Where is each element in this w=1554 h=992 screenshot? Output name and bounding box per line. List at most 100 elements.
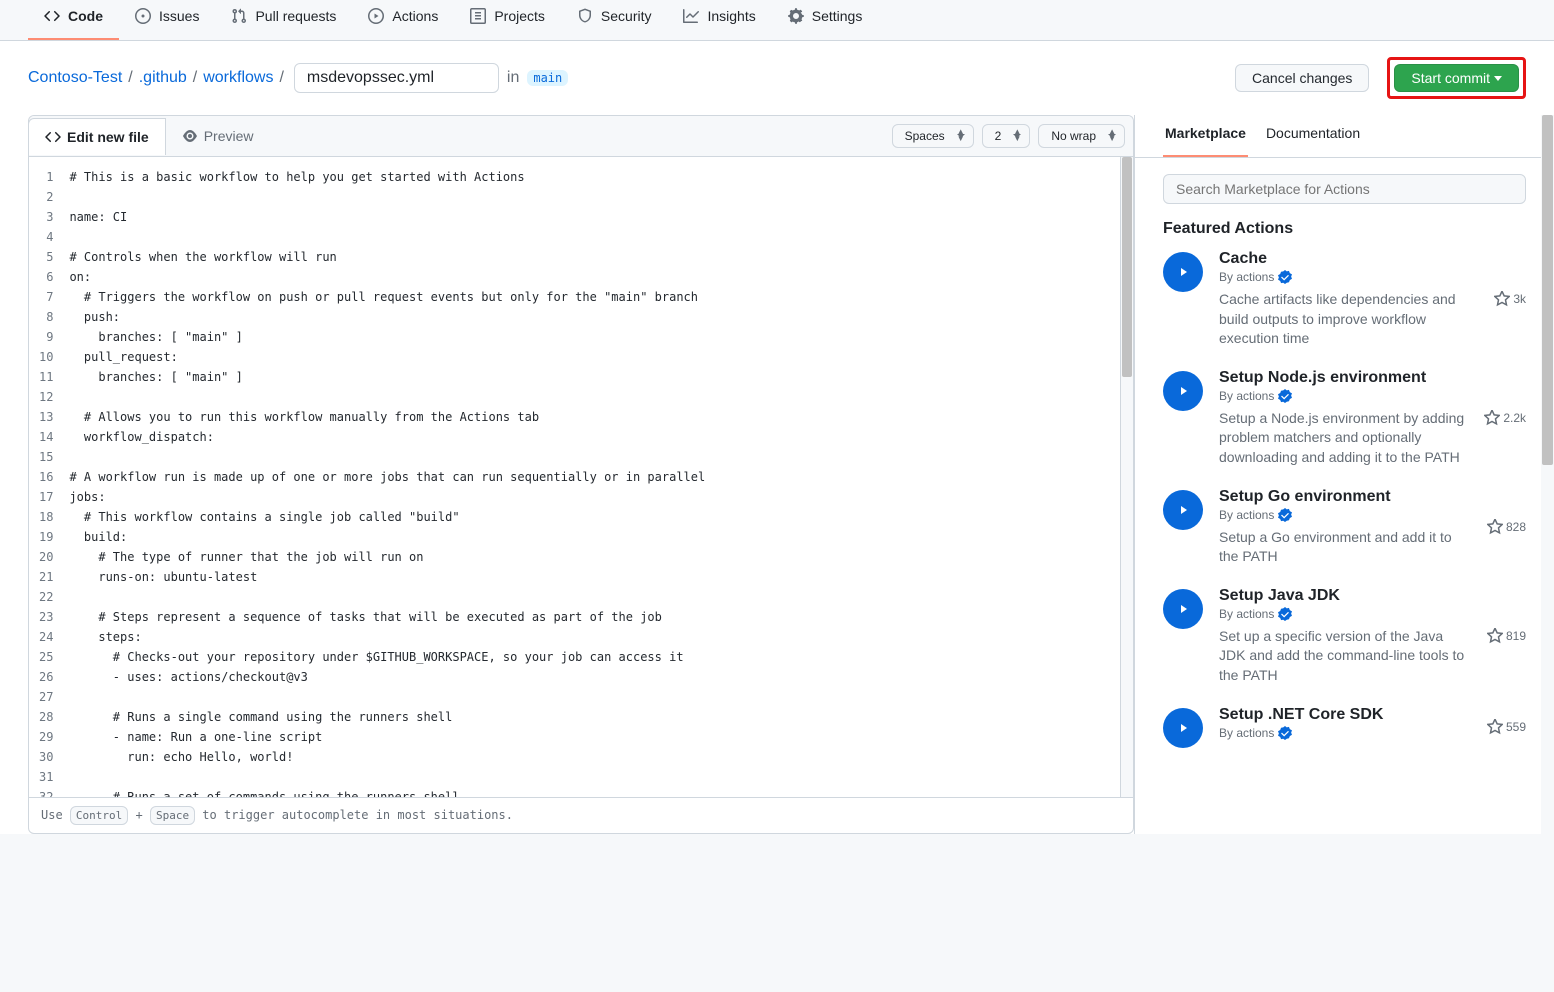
nav-code[interactable]: Code (28, 0, 119, 40)
hint-prefix: Use (41, 808, 70, 822)
action-play-icon (1163, 371, 1203, 411)
pull-request-icon (231, 8, 247, 24)
repo-nav: Code Issues Pull requests Actions Projec… (0, 0, 1554, 41)
code-area[interactable]: 1234567891011121314151617181920212223242… (29, 157, 1133, 797)
side-scrollbar[interactable] (1541, 115, 1554, 834)
code-icon (44, 8, 60, 24)
page-body: Contoso-Test / .github / workflows / in … (0, 41, 1554, 834)
breadcrumb-repo[interactable]: Contoso-Test (28, 69, 122, 87)
in-label: in (507, 69, 519, 87)
code-icon (45, 129, 61, 145)
eye-icon (182, 128, 198, 144)
breadcrumb-row: Contoso-Test / .github / workflows / in … (0, 57, 1554, 115)
action-description: Set up a specific version of the Java JD… (1219, 627, 1471, 686)
action-author: By actions (1219, 607, 1471, 621)
tab-marketplace[interactable]: Marketplace (1163, 115, 1248, 157)
action-card[interactable]: Setup Go environmentBy actions Setup a G… (1163, 488, 1526, 567)
star-icon (1494, 291, 1510, 307)
tab-edit-label: Edit new file (67, 129, 149, 145)
nav-security[interactable]: Security (561, 0, 668, 40)
editor-tabs: Edit new file Preview Spaces▲▼ 2▲▼ No wr… (29, 116, 1133, 157)
nav-insights[interactable]: Insights (667, 0, 771, 40)
side-body: Featured Actions CacheBy actions Cache a… (1135, 158, 1554, 784)
graph-icon (683, 8, 699, 24)
action-info: Setup Java JDK By actions Set up a specif… (1219, 587, 1471, 686)
scrollbar-thumb[interactable] (1542, 115, 1553, 465)
action-info: Setup Node.js environment By actions Setu… (1219, 369, 1468, 468)
cancel-button[interactable]: Cancel changes (1235, 64, 1369, 92)
tab-documentation[interactable]: Documentation (1264, 115, 1362, 157)
nav-pulls[interactable]: Pull requests (215, 0, 352, 40)
action-info: Setup .NET Core SDK By actions (1219, 706, 1471, 748)
nav-pulls-label: Pull requests (255, 8, 336, 24)
breadcrumb-path2[interactable]: workflows (203, 69, 273, 87)
scrollbar-thumb[interactable] (1122, 157, 1132, 377)
hint-key1: Control (70, 806, 128, 825)
action-play-icon (1163, 490, 1203, 530)
action-title: Setup Java JDK (1219, 587, 1471, 605)
verified-icon (1278, 389, 1292, 403)
nav-code-label: Code (68, 8, 103, 24)
editor-scrollbar[interactable] (1120, 157, 1133, 797)
gear-icon (788, 8, 804, 24)
start-commit-button[interactable]: Start commit (1394, 64, 1519, 92)
hint-key2: Space (150, 806, 195, 825)
action-author: By actions (1219, 389, 1468, 403)
tab-edit-file[interactable]: Edit new file (28, 118, 166, 155)
tab-preview[interactable]: Preview (166, 118, 270, 154)
verified-icon (1278, 607, 1292, 621)
nav-settings[interactable]: Settings (772, 0, 879, 40)
nav-issues-label: Issues (159, 8, 199, 24)
action-description: Cache artifacts like dependencies and bu… (1219, 290, 1478, 349)
wrap-mode-label: No wrap (1051, 129, 1096, 143)
action-card[interactable]: CacheBy actions Cache artifacts like dep… (1163, 250, 1526, 349)
action-author: By actions (1219, 508, 1471, 522)
breadcrumb-path1[interactable]: .github (139, 69, 187, 87)
indent-mode-select[interactable]: Spaces▲▼ (892, 124, 974, 148)
nav-insights-label: Insights (707, 8, 755, 24)
action-stars: 559 (1487, 706, 1526, 748)
action-play-icon (1163, 589, 1203, 629)
marketplace-search-input[interactable] (1163, 174, 1526, 204)
star-icon (1487, 628, 1503, 644)
breadcrumb-sep: / (193, 69, 197, 87)
action-info: Setup Go environmentBy actions Setup a G… (1219, 488, 1471, 567)
action-card[interactable]: Setup .NET Core SDK By actions 559 (1163, 706, 1526, 748)
verified-icon (1278, 726, 1292, 740)
shield-icon (577, 8, 593, 24)
action-title: Setup Node.js environment (1219, 369, 1468, 387)
breadcrumb: Contoso-Test / .github / workflows / (28, 69, 286, 87)
action-title: Cache (1219, 250, 1478, 268)
editor-frame: Edit new file Preview Spaces▲▼ 2▲▼ No wr… (28, 115, 1134, 797)
featured-actions-heading: Featured Actions (1163, 220, 1526, 238)
action-description: Setup a Node.js environment by adding pr… (1219, 409, 1468, 468)
code-lines[interactable]: # This is a basic workflow to help you g… (69, 157, 1120, 797)
start-commit-highlight: Start commit (1387, 57, 1526, 99)
nav-projects[interactable]: Projects (454, 0, 561, 40)
indent-size-select[interactable]: 2▲▼ (982, 124, 1031, 148)
action-title: Setup Go environment (1219, 488, 1471, 506)
star-icon (1487, 519, 1503, 535)
action-card[interactable]: Setup Java JDK By actions Set up a specif… (1163, 587, 1526, 686)
filename-input[interactable] (294, 63, 499, 93)
indent-mode-label: Spaces (905, 129, 945, 143)
verified-icon (1278, 508, 1292, 522)
verified-icon (1278, 270, 1292, 284)
action-title: Setup .NET Core SDK (1219, 706, 1471, 724)
editor-pane: Edit new file Preview Spaces▲▼ 2▲▼ No wr… (0, 115, 1134, 834)
action-info: CacheBy actions Cache artifacts like dep… (1219, 250, 1478, 349)
action-card[interactable]: Setup Node.js environment By actions Setu… (1163, 369, 1526, 468)
action-author: By actions (1219, 726, 1471, 740)
caret-down-icon (1494, 76, 1502, 81)
main-split: Edit new file Preview Spaces▲▼ 2▲▼ No wr… (0, 115, 1554, 834)
nav-actions[interactable]: Actions (352, 0, 454, 40)
side-pane: Marketplace Documentation Featured Actio… (1134, 115, 1554, 834)
nav-issues[interactable]: Issues (119, 0, 215, 40)
branch-pill[interactable]: main (527, 70, 568, 86)
wrap-mode-select[interactable]: No wrap▲▼ (1038, 124, 1125, 148)
table-icon (470, 8, 486, 24)
action-stars: 819 (1487, 587, 1526, 686)
side-tabs: Marketplace Documentation (1135, 115, 1554, 158)
issue-icon (135, 8, 151, 24)
star-icon (1484, 410, 1500, 426)
